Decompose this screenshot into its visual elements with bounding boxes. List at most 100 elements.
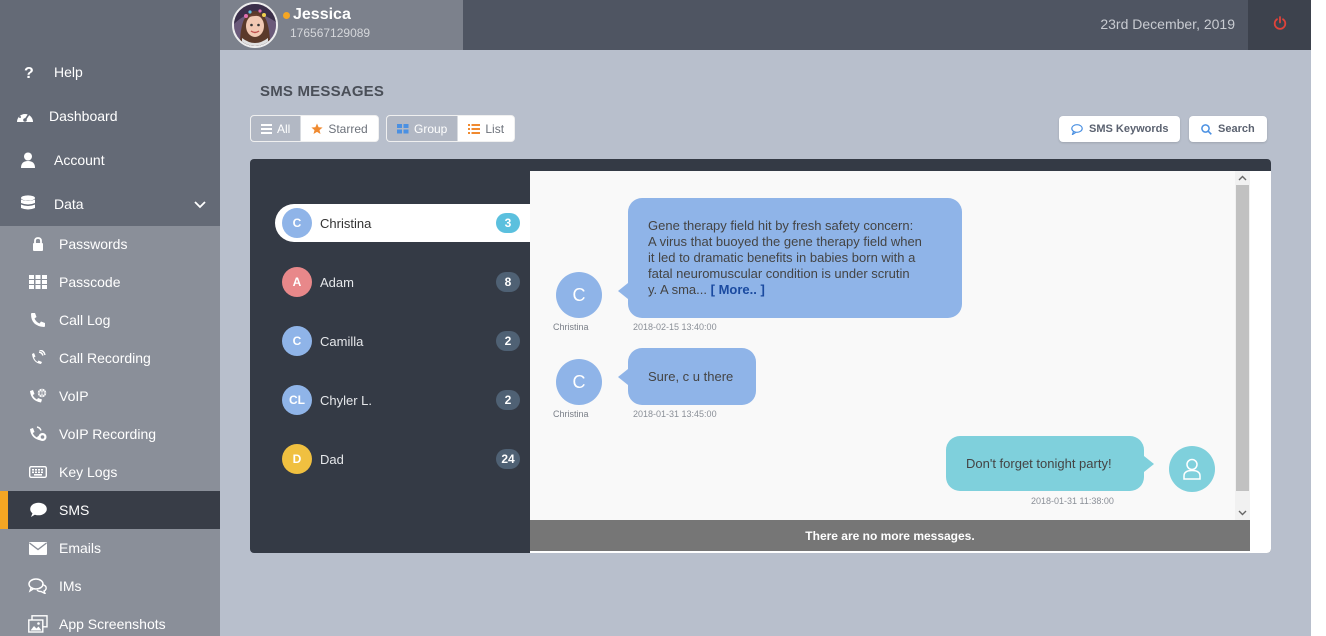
sms-keywords-label: SMS Keywords <box>1089 123 1169 135</box>
contact-item-adam[interactable]: A Adam 8 <box>275 263 530 301</box>
sidebar-item-dashboard[interactable]: Dashboard <box>0 94 220 138</box>
message-timestamp: 2018-01-31 13:45:00 <box>633 409 717 419</box>
scroll-up-button[interactable] <box>1235 171 1250 185</box>
user-profile[interactable]: Jessica 176567129089 <box>220 0 463 50</box>
filter-toggle: All Starred <box>250 115 379 142</box>
contact-avatar: C <box>282 326 312 356</box>
message-list[interactable]: C Christina Gene therapy field hit by fr… <box>530 171 1235 520</box>
list-lines-icon <box>261 123 272 134</box>
sms-keywords-button[interactable]: SMS Keywords <box>1059 116 1181 142</box>
sidebar-item-voip[interactable]: VoIP <box>0 377 220 415</box>
page-title: SMS MESSAGES <box>260 83 385 100</box>
svg-text:?: ? <box>24 65 34 80</box>
search-label: Search <box>1218 123 1255 135</box>
end-of-messages-notice: There are no more messages. <box>530 520 1250 551</box>
sidebar-item-app-screenshots[interactable]: App Screenshots <box>0 605 220 636</box>
message-count-badge: 3 <box>496 213 520 233</box>
bubble-tail <box>618 369 628 385</box>
filter-starred-button[interactable]: Starred <box>300 116 378 141</box>
sender-avatar: C <box>556 272 602 318</box>
sidebar-item-label: Help <box>54 64 83 80</box>
sidebar-item-data[interactable]: Data <box>0 182 220 226</box>
sidebar-item-ims[interactable]: IMs <box>0 567 220 605</box>
scroll-thumb[interactable] <box>1236 185 1249 491</box>
chat-scrollbar[interactable] <box>1235 171 1250 520</box>
avatar <box>232 2 278 48</box>
screenshot-icon <box>28 615 48 633</box>
sidebar-item-passwords[interactable]: Passwords <box>0 225 220 263</box>
sidebar-item-call-recording[interactable]: Call Recording <box>0 339 220 377</box>
bubble-tail <box>1144 456 1154 472</box>
logout-button[interactable] <box>1248 0 1311 50</box>
chevron-up-icon <box>1238 175 1247 181</box>
sidebar-item-emails[interactable]: Emails <box>0 529 220 567</box>
user-id: 176567129089 <box>290 26 371 40</box>
message-bubble-incoming: Sure, c u there <box>628 348 756 405</box>
message-timestamp: 2018-01-31 11:38:00 <box>1031 496 1114 506</box>
contact-item-dad[interactable]: D Dad 24 <box>275 440 530 478</box>
messages-icon <box>28 577 48 595</box>
sidebar-item-label: Account <box>54 152 105 168</box>
contact-name: Chyler L. <box>320 392 373 408</box>
message-line-text: y. A sma... <box>648 282 708 297</box>
current-date: 23rd December, 2019 <box>1100 16 1235 32</box>
contact-name: Dad <box>320 451 344 467</box>
sidebar-item-voip-recording[interactable]: VoIP Recording <box>0 415 220 453</box>
scroll-down-button[interactable] <box>1235 506 1250 520</box>
contact-avatar: C <box>282 208 312 238</box>
filter-all-label: All <box>277 121 291 136</box>
more-link[interactable]: [ More.. ] <box>711 282 765 297</box>
voip-recording-icon <box>28 425 48 443</box>
sidebar-item-help[interactable]: ? Help <box>0 50 220 94</box>
message-bubble-outgoing: Don't forget tonight party! <box>946 436 1144 491</box>
sender-avatar: C <box>556 359 602 405</box>
message-bubble-incoming: Gene therapy field hit by fresh safety c… <box>628 198 962 318</box>
filter-all-button[interactable]: All <box>251 116 301 141</box>
power-icon <box>1273 15 1287 35</box>
sidebar-item-passcode[interactable]: Passcode <box>0 263 220 301</box>
grid-icon <box>397 123 409 133</box>
message-count-badge: 24 <box>496 449 520 469</box>
list-bullets-icon <box>468 123 481 134</box>
contact-item-camilla[interactable]: C Camilla 2 <box>275 322 530 360</box>
filter-starred-label: Starred <box>328 121 368 136</box>
sidebar-item-label: Key Logs <box>59 464 118 480</box>
message-text: Don't forget tonight party! <box>966 455 1112 471</box>
database-icon <box>18 194 38 214</box>
sidebar-item-account[interactable]: Account <box>0 138 220 182</box>
bubble-tail <box>618 283 628 299</box>
sidebar-item-label: VoIP Recording <box>59 426 157 442</box>
sidebar-item-label: SMS <box>59 502 90 518</box>
sidebar-item-call-log[interactable]: Call Log <box>0 301 220 339</box>
view-toggle: Group List <box>386 115 516 142</box>
sidebar-item-label: App Screenshots <box>59 616 166 632</box>
chevron-down-icon <box>194 196 206 212</box>
lock-icon <box>28 235 48 253</box>
own-avatar <box>1169 446 1215 492</box>
sender-name: Christina <box>553 409 589 419</box>
voip-icon <box>28 387 48 405</box>
sidebar-item-label: VoIP <box>59 388 89 404</box>
contact-item-chyler[interactable]: CL Chyler L. 2 <box>275 381 530 419</box>
message-count-badge: 2 <box>496 390 520 410</box>
comment-icon <box>1071 123 1083 135</box>
main-content: SMS MESSAGES All Starred Group List SMS … <box>220 50 1311 636</box>
top-header: Jessica 176567129089 23rd December, 2019 <box>220 0 1311 50</box>
view-list-button[interactable]: List <box>457 116 515 141</box>
message-line: y. A sma... [ More.. ] <box>648 282 942 298</box>
view-group-button[interactable]: Group <box>387 116 458 141</box>
sidebar-item-key-logs[interactable]: Key Logs <box>0 453 220 491</box>
sms-panel: C Christina 3 A Adam 8 C Camilla 2 CL Ch… <box>250 159 1271 553</box>
sidebar-item-sms[interactable]: SMS <box>0 491 220 529</box>
sidebar-item-label: Passcode <box>59 274 121 290</box>
sidebar: ? Help Dashboard Account Data Passwords <box>0 0 220 636</box>
phone-icon <box>28 311 48 329</box>
search-icon <box>1201 123 1212 135</box>
call-recording-icon <box>28 349 48 367</box>
contact-name: Camilla <box>320 333 364 349</box>
question-icon: ? <box>18 62 38 82</box>
contact-item-christina[interactable]: C Christina 3 <box>275 204 530 242</box>
sidebar-item-label: Dashboard <box>49 108 118 124</box>
sender-name: Christina <box>553 322 589 332</box>
search-button[interactable]: Search <box>1189 116 1267 142</box>
